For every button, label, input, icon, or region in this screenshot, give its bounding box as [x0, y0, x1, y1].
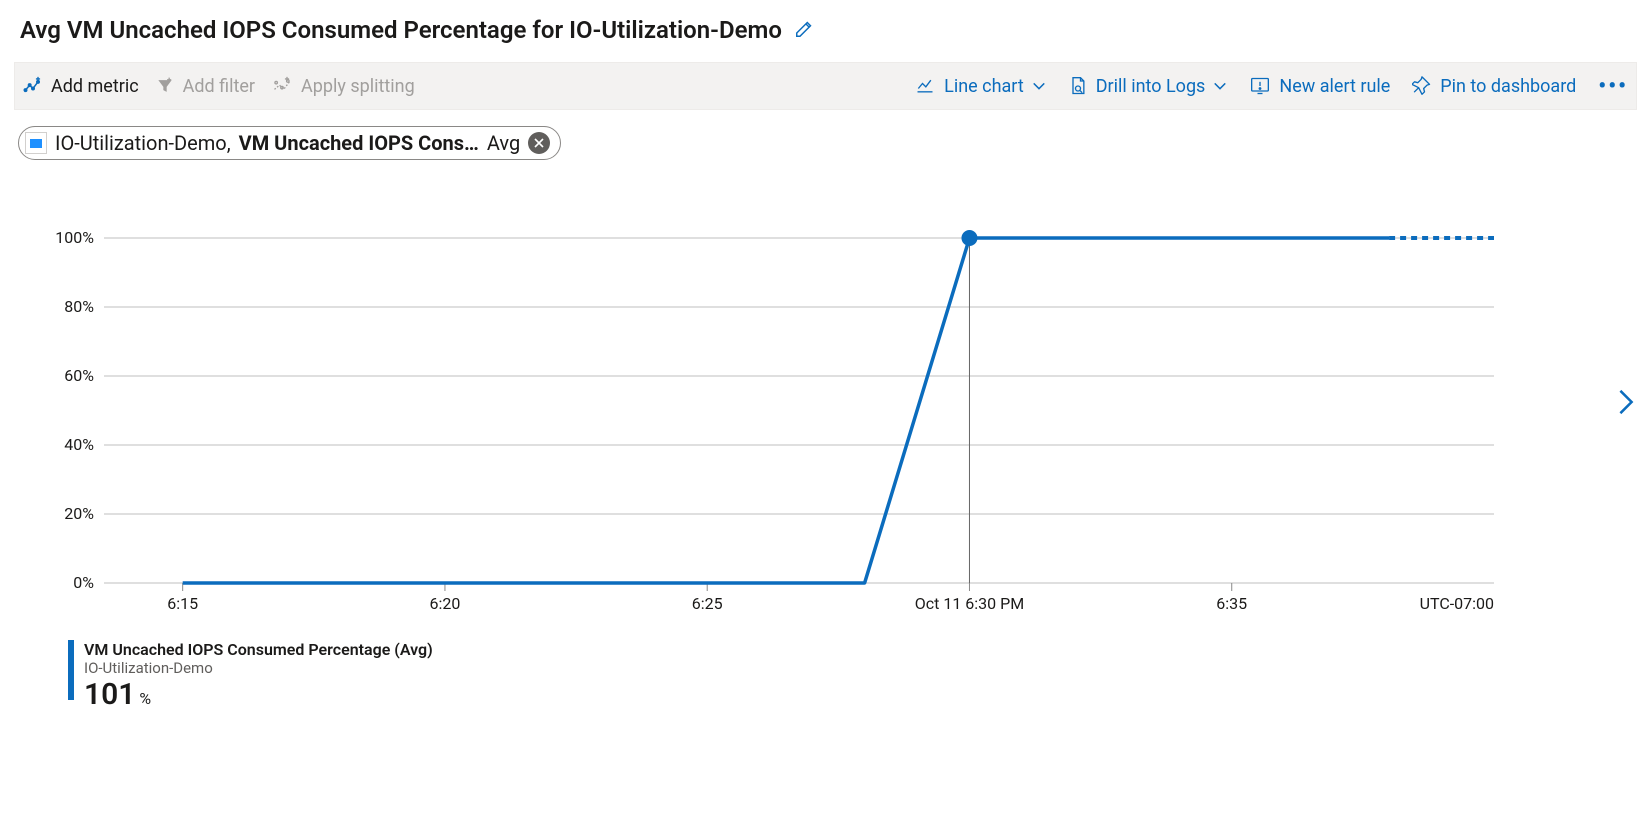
svg-text:0%: 0%: [73, 573, 94, 592]
svg-text:40%: 40%: [64, 435, 94, 454]
chart-area: 0% 20% 40% 60% 80% 100% 6:15 6:20 6:25 Oct 11 6:3…: [14, 198, 1637, 628]
pill-aggregation: Avg: [487, 131, 520, 155]
drill-into-logs-dropdown[interactable]: Drill into Logs: [1068, 75, 1228, 97]
apply-splitting-button: Apply splitting: [271, 76, 415, 97]
add-filter-button: Add filter: [155, 76, 255, 97]
metrics-toolbar: Add metric Add filter Apply splitting: [14, 62, 1637, 110]
svg-text:6:15: 6:15: [167, 594, 198, 613]
more-actions-button[interactable]: •••: [1598, 74, 1628, 99]
title-row: Avg VM Uncached IOPS Consumed Percentage…: [14, 10, 1637, 62]
remove-metric-icon[interactable]: [528, 132, 550, 154]
svg-text:6:20: 6:20: [430, 594, 461, 613]
line-chart[interactable]: 0% 20% 40% 60% 80% 100% 6:15 6:20 6:25 Oct 11 6:3…: [14, 198, 1614, 628]
svg-text:6:35: 6:35: [1216, 594, 1247, 613]
legend-series-name: VM Uncached IOPS Consumed Percentage (Av…: [84, 640, 433, 659]
add-filter-label: Add filter: [183, 76, 255, 97]
chart-type-dropdown[interactable]: Line chart: [914, 76, 1046, 97]
svg-text:20%: 20%: [64, 504, 94, 523]
vm-icon: [25, 132, 47, 154]
svg-text:Oct 11 6:30 PM: Oct 11 6:30 PM: [915, 594, 1024, 613]
svg-text:UTC-07:00: UTC-07:00: [1420, 594, 1494, 613]
page-title: Avg VM Uncached IOPS Consumed Percentage…: [20, 16, 782, 44]
edit-title-icon[interactable]: [794, 17, 816, 43]
pin-to-dashboard-label: Pin to dashboard: [1440, 76, 1576, 97]
legend-value: 101: [84, 677, 135, 712]
drill-into-logs-label: Drill into Logs: [1096, 76, 1206, 97]
legend-unit: %: [139, 689, 151, 708]
new-alert-rule-button[interactable]: New alert rule: [1249, 76, 1390, 97]
pill-resource: IO-Utilization-Demo,: [55, 131, 231, 155]
new-alert-rule-label: New alert rule: [1279, 76, 1390, 97]
add-metric-label: Add metric: [51, 76, 139, 97]
svg-text:6:25: 6:25: [692, 594, 723, 613]
legend-resource-name: IO-Utilization-Demo: [84, 659, 433, 677]
legend-color-swatch: [68, 640, 74, 700]
pin-to-dashboard-button[interactable]: Pin to dashboard: [1412, 75, 1576, 97]
svg-text:60%: 60%: [64, 366, 94, 385]
svg-text:100%: 100%: [55, 228, 94, 247]
chart-type-label: Line chart: [944, 76, 1024, 97]
next-chart-icon[interactable]: [1617, 388, 1635, 420]
apply-splitting-label: Apply splitting: [301, 76, 415, 97]
pill-metric: VM Uncached IOPS Cons…: [239, 131, 479, 155]
svg-text:80%: 80%: [64, 297, 94, 316]
metric-pill[interactable]: IO-Utilization-Demo, VM Uncached IOPS Co…: [18, 126, 561, 160]
add-metric-button[interactable]: Add metric: [23, 76, 139, 97]
chart-legend: VM Uncached IOPS Consumed Percentage (Av…: [14, 640, 1637, 712]
